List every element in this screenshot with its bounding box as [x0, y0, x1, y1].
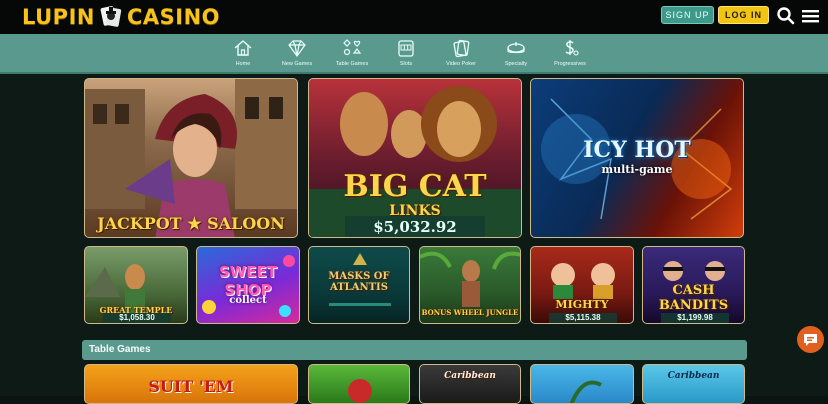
nav-label: Home — [235, 61, 251, 67]
nav-label: New Games — [281, 61, 313, 67]
nav-label: Progressives — [554, 61, 586, 67]
game-tile-suit-em[interactable]: SUIT 'EM — [84, 364, 298, 404]
playing-cards-icon — [453, 39, 470, 58]
log-in-button[interactable]: LOG IN — [718, 6, 769, 24]
nav-table-games[interactable]: Table Games — [322, 38, 382, 72]
game-title: MIGHTY — [555, 298, 609, 311]
game-tile-jackpot-saloon[interactable]: JACKPOT ★ SALOON — [84, 78, 298, 238]
nav-video-poker[interactable]: Video Poker — [431, 38, 491, 72]
nav-specialty[interactable]: Specialty — [486, 38, 546, 72]
game-tile-mighty[interactable]: MIGHTY $5,115.38 — [530, 246, 634, 324]
search-icon[interactable] — [776, 6, 796, 26]
hamburger-menu-icon[interactable] — [801, 6, 821, 26]
section-header-table-games: Table Games — [82, 340, 747, 360]
live-chat-button[interactable] — [797, 326, 824, 353]
game-title: BONUS WHEEL JUNGLE — [421, 308, 519, 317]
game-tile-caribbean-1[interactable]: Caribbean — [419, 364, 521, 404]
sign-up-button[interactable]: SIGN UP — [661, 6, 714, 24]
money-icon — [565, 40, 579, 56]
house-icon — [234, 40, 252, 56]
game-tile-great-temple[interactable]: GREAT TEMPLE $1,058.30 — [84, 246, 188, 324]
table-game-art — [569, 380, 602, 403]
game-title: ICY HOT — [583, 137, 691, 163]
game-tile-masks-of-atlantis[interactable]: MASKS OF ATLANTIS — [308, 246, 410, 324]
game-tile-bonus-wheel-jungle[interactable]: BONUS WHEEL JUNGLE — [419, 246, 521, 324]
game-subtitle: multi-game — [601, 163, 673, 176]
game-tile-icy-hot[interactable]: ICY HOT multi-game — [530, 78, 744, 238]
game-title: MASKS OF ATLANTIS — [328, 271, 390, 293]
nav-label: Specialty — [504, 61, 528, 67]
chat-bubble-icon — [804, 334, 817, 346]
game-tile-table-4[interactable] — [530, 364, 634, 404]
jackpot-amount: $1,058.30 — [103, 313, 171, 323]
game-tile-big-cat-links[interactable]: BIG CAT LINKS $5,032.92 — [308, 78, 522, 238]
nav-new-games[interactable]: New Games — [267, 38, 327, 72]
slot-machine-icon — [398, 40, 414, 57]
table-game-art — [348, 379, 372, 403]
logo[interactable]: LUPIN CASINO — [22, 5, 220, 29]
nav-label: Video Poker — [446, 61, 476, 67]
game-title: CASH BANDITS — [658, 283, 729, 313]
game-tile-sweet-shop[interactable]: SWEET SHOP collect — [196, 246, 300, 324]
lupin-card-logo-icon — [99, 5, 123, 29]
game-title: Caribbean — [667, 371, 720, 381]
diamond-icon — [288, 40, 306, 58]
nav-label: Table Games — [335, 61, 369, 67]
top-bar: LUPIN CASINO SIGN UP LOG IN — [0, 0, 828, 34]
jackpot-amount: $1,199.98 — [661, 313, 729, 323]
jackpot-amount: $5,032.92 — [345, 216, 485, 237]
game-tile-table-2[interactable] — [308, 364, 410, 404]
game-subtitle: collect — [229, 295, 267, 306]
logo-text-right: CASINO — [126, 5, 220, 29]
logo-text-left: LUPIN — [22, 5, 95, 29]
game-title: SUIT 'EM — [148, 377, 234, 396]
game-title: SWEET SHOP — [218, 263, 278, 299]
game-title: BIG CAT — [343, 169, 487, 204]
nav-home[interactable]: Home — [213, 38, 273, 72]
nav-slots[interactable]: Slots — [376, 38, 436, 72]
game-title: Caribbean — [444, 371, 496, 381]
game-tile-cash-bandits[interactable]: CASH BANDITS $1,199.98 — [642, 246, 745, 324]
game-tile-caribbean-2[interactable]: Caribbean — [642, 364, 745, 404]
nav-label: Slots — [399, 61, 413, 67]
category-nav: Home New Games Table Games Slots Video P… — [0, 34, 828, 74]
roulette-icon — [507, 42, 525, 54]
card-suits-icon — [343, 39, 362, 56]
nav-progressives[interactable]: Progressives — [540, 38, 600, 72]
jackpot-amount: $5,115.38 — [549, 313, 617, 323]
game-title: JACKPOT ★ SALOON — [97, 214, 285, 233]
